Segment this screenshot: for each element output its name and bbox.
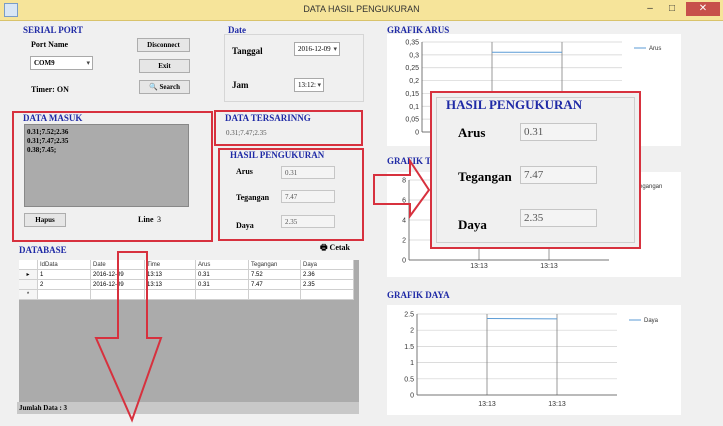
right-arrow-annotation xyxy=(373,157,431,220)
popup-arus-label: Arus xyxy=(458,125,486,140)
popup-arus-field: 0.31 xyxy=(520,123,597,141)
popup-heading: HASIL PENGUKURAN xyxy=(446,97,583,112)
hasil-zoom-popup: HASIL PENGUKURAN Arus 0.31 Tegangan 7.47… xyxy=(430,91,641,249)
popup-daya-field: 2.35 xyxy=(520,209,597,227)
popup-tegangan-label: Tegangan xyxy=(458,169,512,184)
popup-tegangan-field: 7.47 xyxy=(520,166,597,184)
down-arrow-annotation xyxy=(94,251,163,423)
popup-daya-label: Daya xyxy=(458,217,487,232)
